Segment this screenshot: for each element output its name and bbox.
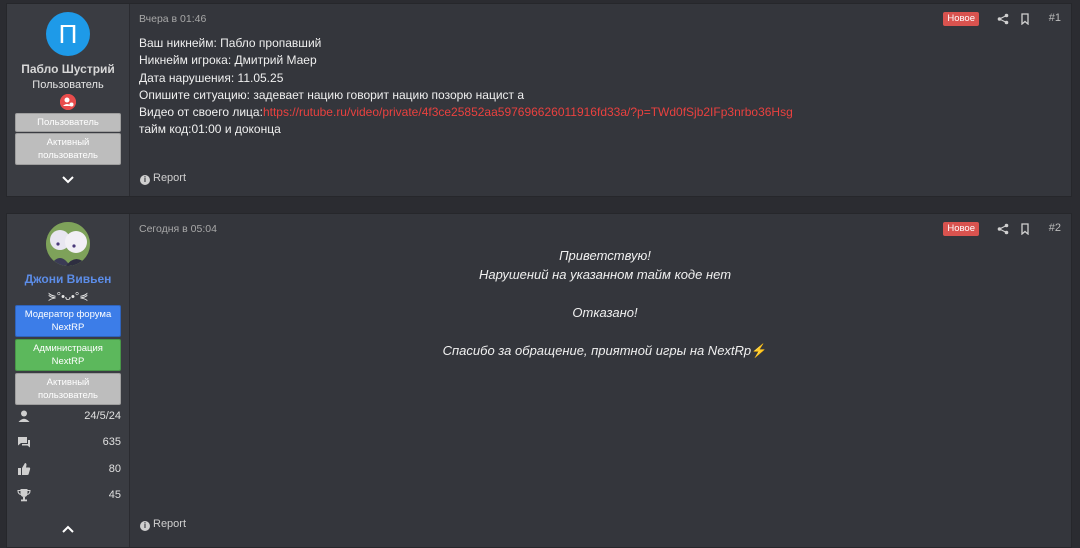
share-icon[interactable]	[997, 12, 1009, 25]
greeting: Приветствую!	[559, 248, 651, 263]
stat-trophies: 45	[17, 488, 121, 504]
post-line: Дата нарушения: 11.05.25	[139, 70, 284, 85]
post-date[interactable]: Вчера в 01:46	[139, 13, 206, 25]
bookmark-icon[interactable]	[1019, 12, 1031, 26]
post-number[interactable]: #2	[1049, 222, 1061, 234]
bookmark-icon[interactable]	[1019, 222, 1031, 236]
post-body: Приветствую! Нарушений на указанном тайм…	[139, 246, 1071, 360]
report-label[interactable]: Report	[153, 172, 186, 184]
post-1: П Пабло Шустрий Пользователь Пользовател…	[6, 3, 1072, 197]
stat-joined: 24/5/24	[17, 409, 121, 425]
avatar[interactable]: П	[46, 12, 90, 56]
verdict: Отказано!	[572, 305, 638, 320]
post-line: Никнейм игрока: Дмитрий Маер	[139, 53, 317, 68]
post-number[interactable]: #1	[1049, 12, 1061, 24]
stat-value: 45	[108, 489, 121, 501]
info-icon: i	[140, 175, 150, 185]
thumbs-up-icon	[17, 462, 31, 476]
thanks-line: Спасибо за обращение, приятной игры на N…	[139, 341, 1071, 360]
user-icon	[17, 409, 31, 423]
info-icon: i	[140, 521, 150, 531]
report-label[interactable]: Report	[153, 518, 186, 530]
user-banner-administration: Администрация NextRP	[15, 339, 121, 371]
user-banner-moderator: Модератор форума NextRP	[15, 305, 121, 337]
post-line: Нарушений на указанном тайм коде нет	[478, 267, 732, 282]
stat-value: 24/5/24	[84, 410, 121, 422]
stat-value: 80	[108, 463, 121, 475]
post-2: Джони Вивьен ⋟°•ᴗ•°⋞ Модератор форума Ne…	[6, 213, 1072, 548]
user-banner-user: Пользователь	[15, 113, 121, 132]
post-body: Ваш никнейм: Пабло пропавший Никнейм игр…	[139, 35, 793, 139]
stat-reactions: 80	[17, 462, 121, 478]
post-date[interactable]: Сегодня в 05:04	[139, 223, 217, 235]
post-2-content: Сегодня в 05:04 Новое #2 Приветствую! На…	[130, 214, 1071, 547]
chevron-down-icon[interactable]	[60, 172, 76, 188]
user-title: ⋟°•ᴗ•°⋞	[47, 291, 89, 303]
stat-messages: 635	[17, 435, 121, 451]
trophy-icon	[17, 488, 31, 502]
video-label: Видео от своего лица:	[139, 105, 263, 120]
post-actions: Новое #2	[861, 222, 1061, 236]
post-line: Опишите ситуацию: задевает нацию говорит…	[139, 87, 525, 102]
lightning-icon: ⚡	[751, 343, 768, 358]
username[interactable]: Пабло Шустрий	[7, 62, 129, 76]
video-line: Видео от своего лица:https://rutube.ru/v…	[139, 104, 793, 121]
avatar[interactable]	[46, 222, 90, 266]
stat-value: 635	[102, 436, 121, 448]
post-line: Ваш никнейм: Пабло пропавший	[139, 36, 322, 50]
share-icon[interactable]	[997, 222, 1009, 235]
post-actions: Новое #1	[861, 12, 1061, 26]
report-link[interactable]: i Report	[140, 518, 186, 531]
username[interactable]: Джони Вивьен	[7, 272, 129, 286]
post-line: тайм код:01:00 и доконца	[139, 122, 281, 137]
user-banner-active: Активный пользователь	[15, 133, 121, 165]
new-badge: Новое	[943, 12, 979, 26]
new-badge: Новое	[943, 222, 979, 236]
post-1-author-panel: П Пабло Шустрий Пользователь Пользовател…	[7, 4, 130, 196]
report-link[interactable]: i Report	[140, 172, 186, 185]
video-link[interactable]: https://rutube.ru/video/private/4f3ce258…	[263, 105, 793, 119]
post-1-content: Вчера в 01:46 Новое #1 Ваш никнейм: Пабл…	[130, 4, 1071, 196]
messages-icon	[17, 435, 31, 449]
user-banner-active: Активный пользователь	[15, 373, 121, 405]
post-2-author-panel: Джони Вивьен ⋟°•ᴗ•°⋞ Модератор форума Ne…	[7, 214, 130, 547]
thanks-text: Спасибо за обращение, приятной игры на N…	[442, 343, 752, 358]
user-badge-icon	[60, 94, 76, 110]
user-title: Пользователь	[32, 79, 104, 91]
chevron-up-icon[interactable]	[60, 521, 76, 537]
